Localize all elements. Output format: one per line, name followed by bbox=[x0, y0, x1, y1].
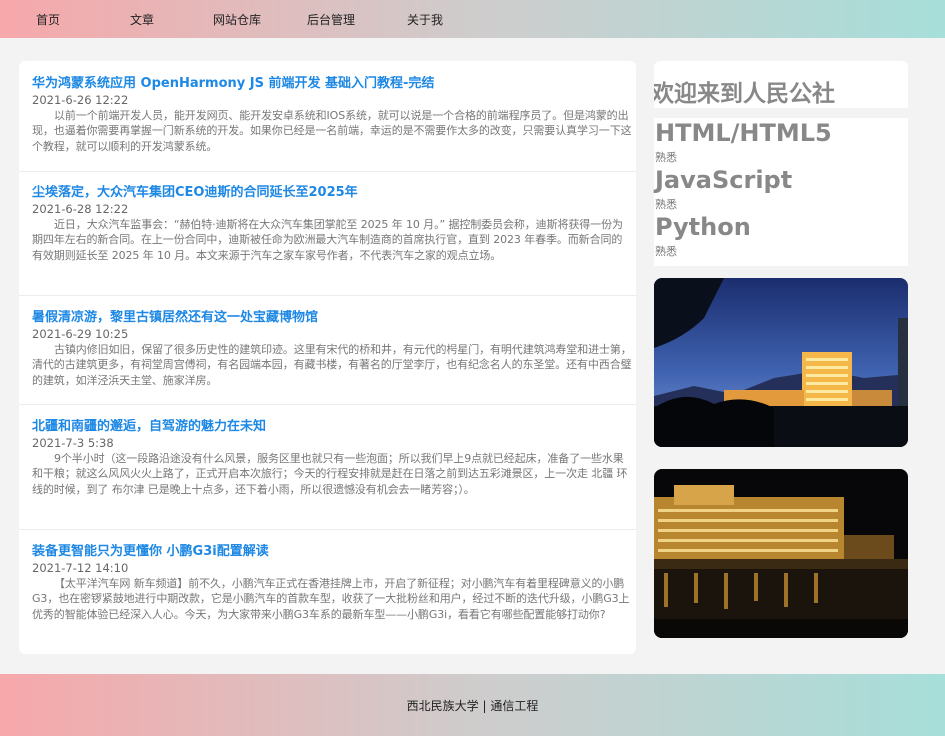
page-footer: 西北民族大学 | 通信工程 bbox=[0, 674, 945, 736]
skill-name: Python bbox=[655, 213, 751, 241]
article-item: 暑假清凉游，黎里古镇居然还有这一处宝藏博物馆 2021-6-29 10:25 古… bbox=[19, 310, 636, 405]
article-list: 华为鸿蒙系统应用 OpenHarmony JS 前端开发 基础入门教程-完结 2… bbox=[19, 61, 636, 654]
campus-photo-night bbox=[654, 469, 908, 638]
sidebar-welcome: 欢迎来到人民公社 bbox=[654, 61, 908, 108]
article-title[interactable]: 装备更智能只为更懂你 小鹏G3i配置解读 bbox=[32, 544, 633, 560]
skill-name: JavaScript bbox=[655, 166, 793, 194]
article-title[interactable]: 北疆和南疆的邂逅，自驾游的魅力在未知 bbox=[32, 419, 633, 435]
article-title[interactable]: 尘埃落定，大众汽车集团CEO迪斯的合同延长至2025年 bbox=[32, 185, 633, 201]
article-summary: 近日，大众汽车监事会：“赫伯特·迪斯将在大众汽车集团掌舵至 2025 年 10 … bbox=[32, 218, 623, 262]
article-summary: 古镇内修旧如旧，保留了很多历史性的建筑印迹。这里有宋代的桥和井，有元代的枵星门，… bbox=[32, 343, 632, 387]
article-summary: 以前一个前端开发人员，能开发网页、能开发安卓系统和IOS系统，就可以说是一个合格… bbox=[32, 109, 632, 153]
article-date: 2021-6-28 12:22 bbox=[32, 202, 129, 216]
article-title[interactable]: 暑假清凉游，黎里古镇居然还有这一处宝藏博物馆 bbox=[32, 310, 633, 326]
article-title[interactable]: 华为鸿蒙系统应用 OpenHarmony JS 前端开发 基础入门教程-完结 bbox=[32, 76, 633, 92]
article-date: 2021-7-12 14:10 bbox=[32, 561, 129, 575]
article-item: 北疆和南疆的邂逅，自驾游的魅力在未知 2021-7-3 5:38 9个半小时（这… bbox=[19, 419, 636, 530]
nav-item-repository[interactable]: 网站仓库 bbox=[213, 11, 261, 28]
nav-item-home[interactable]: 首页 bbox=[36, 11, 60, 28]
sidebar-title: 欢迎来到人民公社 bbox=[654, 81, 835, 107]
nav-item-about[interactable]: 关于我 bbox=[407, 11, 443, 28]
skill-name: HTML/HTML5 bbox=[655, 119, 832, 147]
article-summary: 9个半小时（这一段路沿途没有什么风景，服务区里也就只有一些泡面；所以我们早上9点… bbox=[32, 452, 628, 496]
nav-item-admin[interactable]: 后台管理 bbox=[307, 11, 355, 28]
article-date: 2021-7-3 5:38 bbox=[32, 436, 114, 450]
skills-panel: HTML/HTML5 熟悉 JavaScript 熟悉 Python 熟悉 bbox=[654, 118, 908, 266]
campus-photo-dusk bbox=[654, 278, 908, 447]
article-date: 2021-6-29 10:25 bbox=[32, 327, 129, 341]
article-summary: 【太平洋汽车网 新车频道】前不久，小鹏汽车正式在香港挂牌上市，开启了新征程；对小… bbox=[32, 577, 630, 621]
article-item: 装备更智能只为更懂你 小鹏G3i配置解读 2021-7-12 14:10 【太平… bbox=[19, 544, 636, 654]
article-date: 2021-6-26 12:22 bbox=[32, 93, 129, 107]
article-item: 尘埃落定，大众汽车集团CEO迪斯的合同延长至2025年 2021-6-28 12… bbox=[19, 185, 636, 296]
footer-text: 西北民族大学 | 通信工程 bbox=[406, 699, 539, 713]
skill-level: 熟悉 bbox=[655, 198, 677, 211]
article-item: 华为鸿蒙系统应用 OpenHarmony JS 前端开发 基础入门教程-完结 2… bbox=[19, 76, 636, 172]
skill-level: 熟悉 bbox=[655, 245, 677, 258]
skill-level: 熟悉 bbox=[655, 151, 677, 164]
top-nav-bar: 首页 文章 网站仓库 后台管理 关于我 bbox=[0, 0, 945, 38]
nav-item-articles[interactable]: 文章 bbox=[130, 11, 154, 28]
